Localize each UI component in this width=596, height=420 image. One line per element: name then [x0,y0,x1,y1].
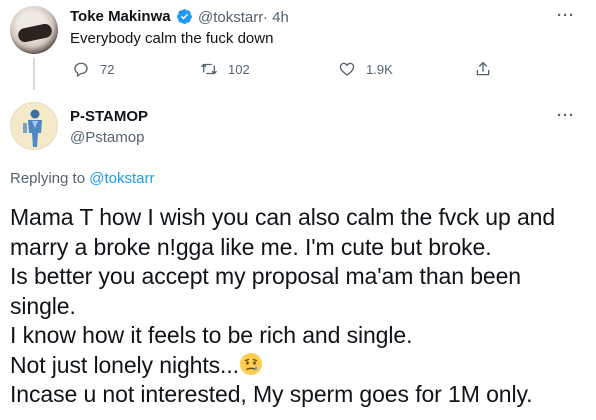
replying-to-prefix: Replying to [10,170,86,187]
like-button[interactable]: 1.9K [338,60,393,78]
timestamp[interactable]: · 4h [263,9,289,26]
replying-to: Replying to @tokstarr [10,170,154,187]
tweet-line: single. [10,292,76,319]
tweet-line-with-emoji: Not just lonely nights... [10,351,590,381]
tweet-line: Not just lonely nights... [10,351,239,378]
retweet-icon [201,63,217,75]
verified-badge-icon [177,9,192,25]
reply-button[interactable]: 72 [72,60,114,78]
tweet-line: Is better you accept my proposal ma'am t… [10,263,521,289]
thread-line [33,58,35,90]
avatar[interactable] [10,102,58,150]
more-options-button[interactable]: ··· [557,7,575,24]
retweet-count: 102 [228,61,250,77]
reply-icon [74,62,88,78]
author-handle[interactable]: @Pstamop [70,129,144,146]
share-button[interactable] [474,60,492,78]
tweet-line: Mama T how I wish you can also calm the … [10,204,556,230]
avatar-figure [23,109,42,147]
author-name[interactable]: P-STAMOP [70,108,148,125]
author-handle[interactable]: @tokstarr [198,9,263,26]
retweet-button[interactable]: 102 [200,60,250,78]
tweet-line: marry a broke n!gga like me. I'm cute bu… [10,233,492,260]
tweet-text: Everybody calm the fuck down [70,30,274,47]
tweet-line: Incase u not interested, My sperm goes f… [10,381,533,407]
reply-tweet[interactable]: P-STAMOP @Pstamop ··· Replying to @tokst… [0,92,596,420]
avatar[interactable] [10,6,58,54]
reply-count: 72 [100,61,115,77]
more-options-button[interactable]: ··· [557,107,575,124]
like-count: 1.9K [366,61,393,77]
share-icon [476,61,490,76]
original-tweet[interactable]: Toke Makinwa @tokstarr · 4h ··· Everybod… [0,0,596,90]
like-icon [339,62,355,76]
crying-face-emoji [239,352,262,375]
mention-link[interactable]: @tokstarr [89,170,154,187]
tweet-text: Mama T how I wish you can also calm the … [10,203,590,410]
tweet-line: I know how it feels to be rich and singl… [10,322,413,348]
author-name[interactable]: Toke Makinwa [70,8,171,25]
